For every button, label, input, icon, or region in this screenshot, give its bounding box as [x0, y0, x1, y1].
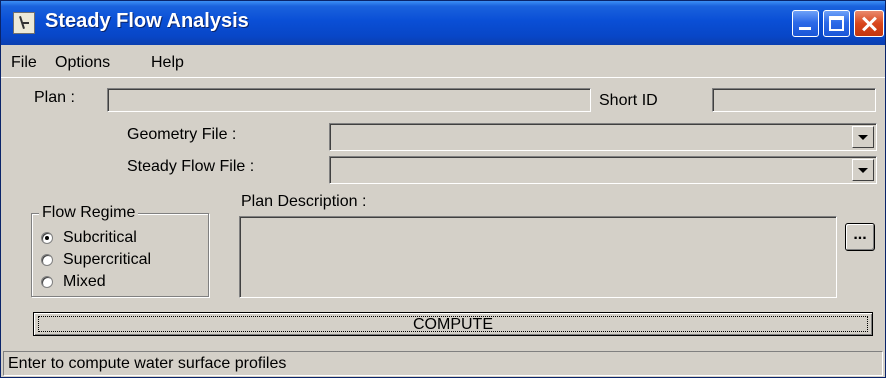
radio-supercritical-icon[interactable] [41, 254, 53, 266]
menu-help-label: Help [151, 54, 184, 71]
short-id-input[interactable] [712, 88, 876, 112]
plan-description-textarea[interactable] [239, 216, 837, 298]
short-id-label: Short ID [599, 92, 658, 109]
geometry-file-dropdown-icon[interactable] [852, 126, 874, 148]
radio-supercritical[interactable]: Supercritical [41, 250, 151, 270]
compute-button-label: COMPUTE [38, 316, 868, 333]
radio-mixed-label: Mixed [63, 273, 106, 290]
close-button[interactable] [854, 10, 884, 37]
menu-bar: File Options Help [1, 47, 885, 78]
menu-options-label: Options [55, 54, 111, 71]
geometry-file-label: Geometry File : [127, 126, 237, 143]
radio-subcritical-label: Subcritical [63, 229, 137, 246]
radio-subcritical-icon[interactable] [41, 232, 53, 244]
minimize-button[interactable] [792, 10, 819, 37]
steady-flow-analysis-window: Steady Flow Analysis File Options Help P… [0, 0, 886, 378]
menu-help[interactable]: Help [151, 54, 184, 72]
app-icon[interactable] [13, 12, 35, 34]
title-bar[interactable]: Steady Flow Analysis [1, 1, 885, 45]
menu-options[interactable]: Options [55, 54, 110, 72]
flow-regime-title: Flow Regime [39, 204, 139, 222]
radio-subcritical[interactable]: Subcritical [41, 228, 137, 248]
menu-file-label: File [11, 54, 37, 71]
radio-supercritical-label: Supercritical [63, 251, 152, 268]
steady-flow-file-dropdown-icon[interactable] [852, 159, 874, 181]
plan-description-label: Plan Description : [241, 193, 367, 210]
plan-input[interactable] [107, 88, 591, 112]
geometry-file-select[interactable] [329, 123, 877, 151]
plan-label: Plan : [34, 89, 75, 106]
maximize-button[interactable] [823, 10, 850, 37]
status-bar: Enter to compute water surface profiles [3, 351, 883, 376]
plan-description-browse-button[interactable]: ... [845, 223, 875, 251]
radio-mixed-icon[interactable] [41, 276, 53, 288]
steady-flow-file-select[interactable] [329, 156, 877, 184]
steady-flow-file-label: Steady Flow File : [127, 158, 255, 175]
radio-mixed[interactable]: Mixed [41, 272, 106, 292]
menu-file[interactable]: File [11, 54, 37, 72]
window-title: Steady Flow Analysis [45, 10, 249, 32]
compute-button[interactable]: COMPUTE [33, 312, 873, 336]
